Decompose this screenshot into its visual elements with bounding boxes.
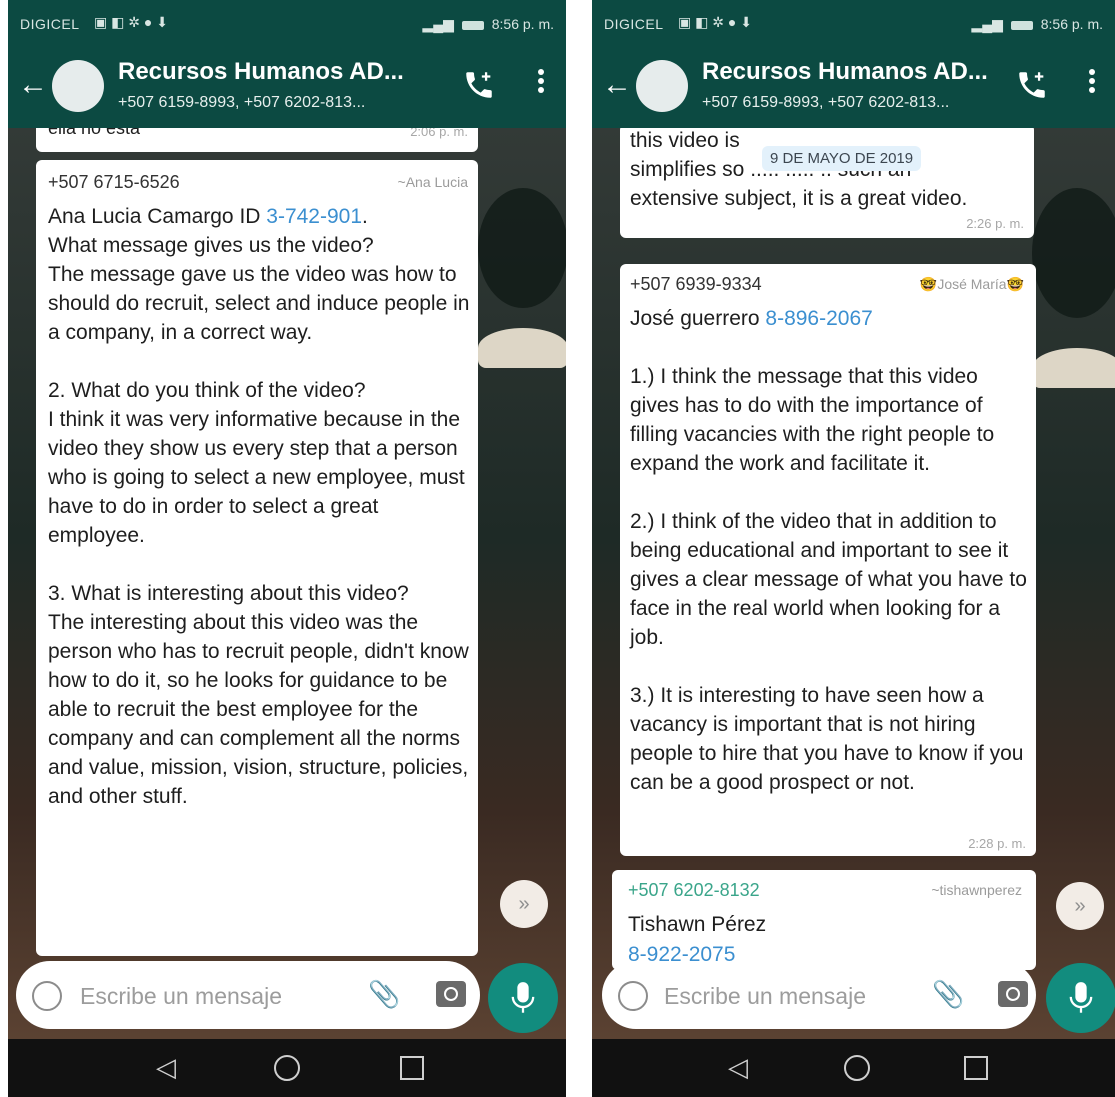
nav-home-icon[interactable] — [844, 1055, 870, 1081]
chat-title[interactable]: Recursos Humanos AD... — [118, 58, 404, 86]
emoji-icon[interactable] — [618, 981, 648, 1011]
message-name-line: Ana Lucia Camargo ID 3-742-901. — [48, 205, 368, 228]
chat-participants: +507 6159-8993, +507 6202-813... — [118, 94, 366, 111]
message-alias: ~Ana Lucia — [397, 174, 468, 190]
id-link[interactable]: 8-896-2067 — [765, 307, 872, 330]
battery-icon — [1010, 20, 1033, 30]
battery-icon — [461, 20, 484, 30]
add-call-icon[interactable] — [462, 68, 496, 102]
message-sender[interactable]: +507 6715-6526 — [48, 172, 180, 193]
back-arrow-icon[interactable]: ← — [18, 70, 48, 100]
clock: 8:56 p. m. — [1040, 16, 1103, 32]
background-umbrella — [478, 328, 566, 368]
attach-icon[interactable]: 📎 — [368, 979, 400, 1010]
back-arrow-icon[interactable]: ← — [602, 70, 632, 100]
add-call-icon[interactable] — [1015, 68, 1049, 102]
id-link[interactable]: 3-742-901 — [266, 205, 362, 228]
nav-recents-icon[interactable] — [964, 1056, 988, 1080]
notification-icons: ▣ ◧ ✲ ● ⬇ — [678, 14, 752, 30]
left-screenshot: DIGICEL ▣ ◧ ✲ ● ⬇ ▂▄▆ 8:56 p. m. ← Recur… — [8, 0, 566, 1097]
group-avatar[interactable] — [636, 60, 688, 112]
nav-back-icon[interactable]: ◁ — [156, 1053, 176, 1081]
nav-back-icon[interactable]: ◁ — [728, 1053, 748, 1081]
signal-icon: ▂▄▆ — [422, 16, 454, 32]
status-bar: DIGICEL ▣ ◧ ✲ ● ⬇ ▂▄▆ 8:56 p. m. — [592, 0, 1115, 44]
notification-icons: ▣ ◧ ✲ ● ⬇ — [94, 14, 168, 30]
nav-recents-icon[interactable] — [400, 1056, 424, 1080]
clock: 8:56 p. m. — [491, 16, 554, 32]
next-message-name: Tishawn Pérez — [628, 913, 767, 936]
status-bar: DIGICEL ▣ ◧ ✲ ● ⬇ ▂▄▆ 8:56 p. m. — [8, 0, 566, 44]
message-bubble[interactable]: +507 6939-9334 🤓José María🤓 José guerrer… — [620, 264, 1036, 856]
message-input-bar[interactable]: Escribe un mensaje 📎 — [602, 961, 1036, 1029]
message-input[interactable]: Escribe un mensaje — [664, 983, 866, 1010]
next-message-sender[interactable]: +507 6202-8132 — [628, 880, 760, 901]
previous-message-bubble[interactable]: ella no esta 2:06 p. m. — [36, 128, 478, 152]
background-umbrella — [1032, 348, 1115, 388]
background-palm — [478, 188, 566, 308]
chat-header: ← Recursos Humanos AD... +507 6159-8993,… — [8, 44, 566, 128]
message-bubble[interactable]: +507 6715-6526 ~Ana Lucia Ana Lucia Cama… — [36, 160, 478, 956]
chat-area[interactable]: this video is simplifies so ..... ..... … — [592, 128, 1115, 1039]
carrier-label: DIGICEL — [20, 16, 80, 32]
scroll-down-button[interactable]: » — [1056, 882, 1104, 930]
emoji-icon[interactable] — [32, 981, 62, 1011]
nav-home-icon[interactable] — [274, 1055, 300, 1081]
mic-button[interactable] — [1046, 963, 1115, 1033]
date-chip: 9 DE MAYO DE 2019 — [762, 146, 922, 171]
microphone-icon — [1069, 982, 1093, 1013]
attach-icon[interactable]: 📎 — [932, 979, 964, 1010]
message-input[interactable]: Escribe un mensaje — [80, 983, 282, 1010]
message-time: 2:28 p. m. — [968, 836, 1026, 851]
message-text: What message gives us the video? The mes… — [48, 234, 470, 808]
chat-header: ← Recursos Humanos AD... +507 6159-8993,… — [592, 44, 1115, 128]
message-name-line: José guerrero 8-896-2067 — [630, 307, 873, 330]
microphone-icon — [511, 982, 535, 1013]
next-message-bubble[interactable]: +507 6202-8132 ~tishawnperez Tishawn Pér… — [612, 870, 1036, 970]
next-message-alias: ~tishawnperez — [931, 882, 1022, 898]
camera-icon[interactable] — [998, 981, 1028, 1007]
group-avatar[interactable] — [52, 60, 104, 112]
more-options-icon[interactable] — [1087, 66, 1097, 100]
chat-area[interactable]: ella no esta 2:06 p. m. +507 6715-6526 ~… — [8, 128, 566, 1039]
chat-title[interactable]: Recursos Humanos AD... — [702, 58, 988, 86]
previous-message-bubble[interactable]: this video is simplifies so ..... ..... … — [620, 128, 1034, 238]
status-right: ▂▄▆ 8:56 p. m. — [423, 16, 555, 33]
android-nav-bar: ◁ — [8, 1039, 566, 1097]
message-alias: 🤓José María🤓 — [919, 276, 1024, 292]
mic-button[interactable] — [488, 963, 558, 1033]
previous-message-time: 2:26 p. m. — [966, 216, 1024, 231]
camera-icon[interactable] — [436, 981, 466, 1007]
message-text: 1.) I think the message that this video … — [630, 365, 1027, 794]
carrier-label: DIGICEL — [604, 16, 664, 32]
message-sender[interactable]: +507 6939-9334 — [630, 274, 762, 295]
background-palm — [1032, 188, 1115, 318]
more-options-icon[interactable] — [536, 66, 546, 100]
scroll-down-button[interactable]: » — [500, 880, 548, 928]
message-input-bar[interactable]: Escribe un mensaje 📎 — [16, 961, 480, 1029]
chat-participants: +507 6159-8993, +507 6202-813... — [702, 94, 950, 111]
right-screenshot: DIGICEL ▣ ◧ ✲ ● ⬇ ▂▄▆ 8:56 p. m. ← Recur… — [592, 0, 1115, 1097]
signal-icon: ▂▄▆ — [971, 16, 1003, 32]
status-right: ▂▄▆ 8:56 p. m. — [972, 16, 1104, 33]
android-nav-bar: ◁ — [592, 1039, 1115, 1097]
